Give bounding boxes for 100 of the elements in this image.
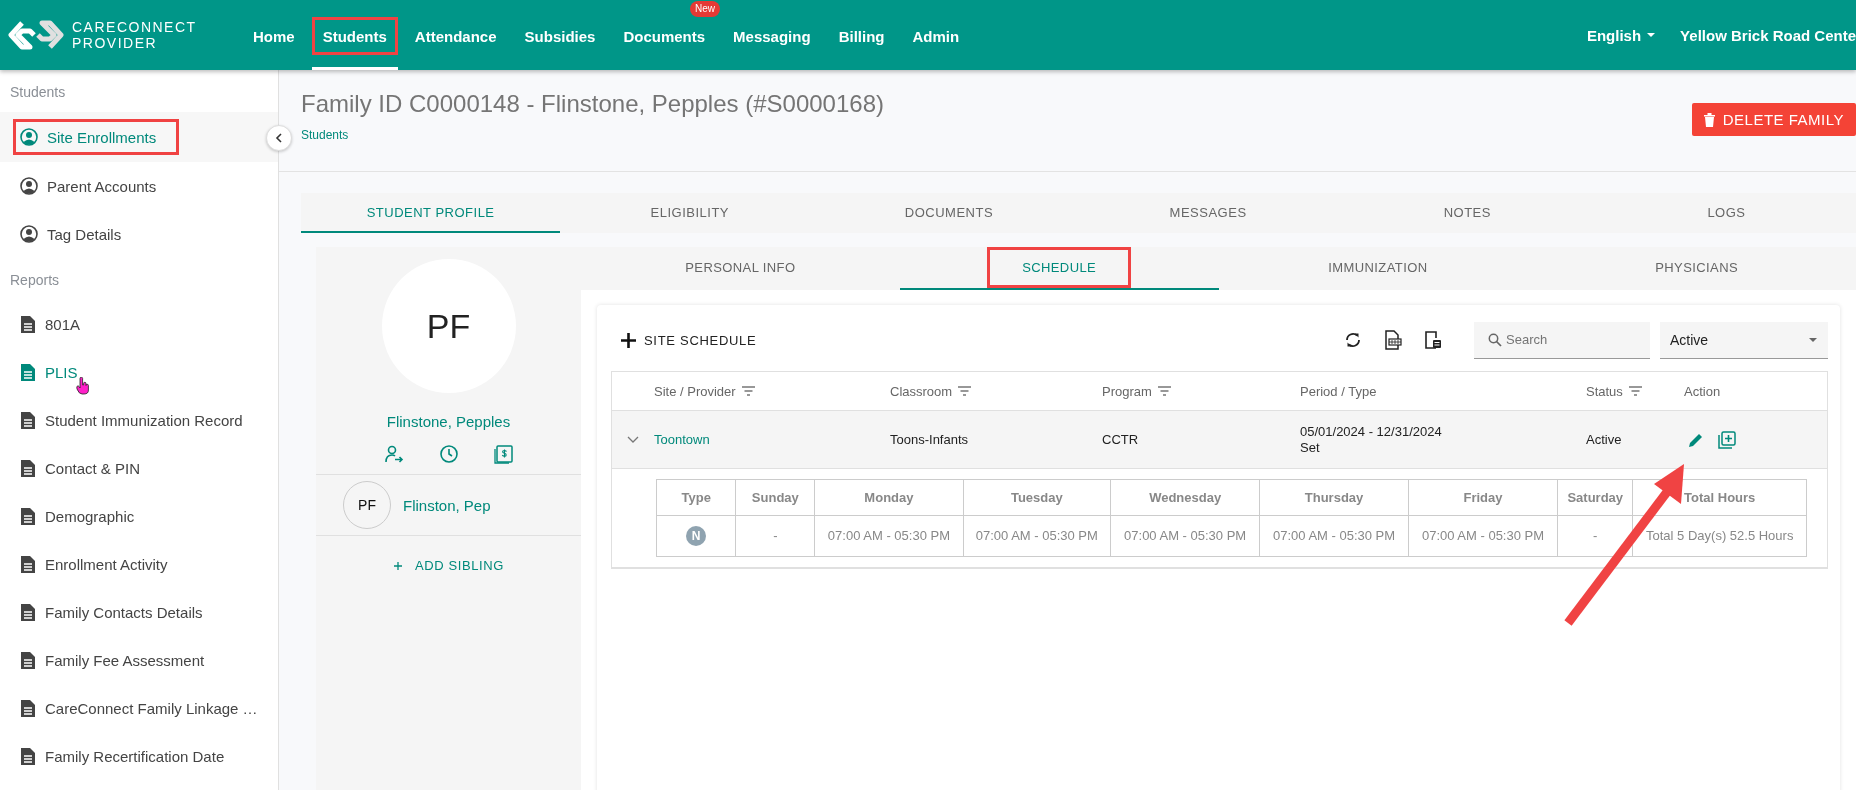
person-arrow-icon[interactable]	[383, 444, 404, 464]
table-cell: 07:00 AM - 05:30 PM	[814, 515, 964, 557]
column-header: Type	[656, 479, 736, 516]
nav-link[interactable]: Subsidies	[513, 17, 607, 70]
column-header: Site / Provider	[654, 383, 736, 399]
column-header: Tuesday	[963, 479, 1111, 516]
search-field[interactable]: Search	[1474, 321, 1650, 359]
sidebar-item[interactable]: Family Fee Assessment	[13, 641, 228, 679]
tab[interactable]: NOTES	[1337, 193, 1597, 233]
billing-icon[interactable]	[493, 444, 514, 464]
sidebar-item[interactable]: Enrollment Activity	[13, 545, 191, 583]
document-icon	[20, 458, 36, 478]
filter-icon[interactable]	[1628, 386, 1642, 396]
breadcrumb-link[interactable]: Students	[301, 128, 884, 142]
tab[interactable]: SCHEDULE	[899, 247, 1219, 290]
table-cell: 05/01/2024 - 12/31/2024	[1300, 424, 1442, 439]
table-cell: 07:00 AM - 05:30 PM	[1408, 515, 1558, 557]
spreadsheet-file-icon[interactable]	[1384, 330, 1402, 350]
sidebar-item[interactable]: PLIS	[13, 353, 101, 391]
add-copy-icon[interactable]	[1718, 430, 1736, 449]
column-header: Action	[1684, 383, 1721, 399]
section-title: Reports	[9, 271, 61, 290]
document-icon	[20, 314, 36, 334]
logo-text: PROVIDER	[72, 35, 159, 51]
sidebar-item[interactable]: Parent Accounts	[13, 168, 180, 204]
sidebar-item[interactable]: Family Contacts Details	[13, 593, 226, 631]
column-header: Classroom	[890, 383, 953, 399]
column-header: Status	[1586, 383, 1623, 399]
tab[interactable]: LOGS	[1596, 193, 1856, 233]
trash-icon	[1703, 112, 1715, 127]
search-icon	[1488, 332, 1502, 347]
table-cell: Toons-Infants	[890, 432, 969, 447]
add-site-schedule-button[interactable]: SITE SCHEDULE	[617, 328, 761, 352]
nav-link[interactable]: Home	[242, 17, 306, 70]
sidebar-item[interactable]: 801A	[13, 305, 104, 343]
sidebar-item[interactable]: Tag Details	[13, 216, 145, 252]
tab[interactable]: MESSAGES	[1078, 193, 1338, 233]
sibling-link[interactable]: Flinston, Pep	[403, 496, 491, 514]
sidebar-item[interactable]: Family Recertification Date	[13, 737, 248, 775]
plus-icon	[393, 560, 403, 571]
filter-icon[interactable]	[741, 386, 755, 396]
table-cell: CCTR	[1102, 432, 1139, 447]
delete-family-button[interactable]: DELETE FAMILY	[1691, 103, 1856, 136]
logo-text: CARECONNECT	[72, 19, 197, 35]
tab[interactable]: IMMUNIZATION	[1218, 247, 1538, 290]
table-cell: 07:00 AM - 05:30 PM	[963, 515, 1111, 557]
sibling-avatar: PF	[343, 481, 391, 529]
sidebar-item[interactable]: Demographic	[13, 497, 158, 535]
chevron-icon[interactable]	[627, 435, 639, 444]
language-menu[interactable]: English	[1586, 26, 1657, 44]
filter-icon[interactable]	[1157, 386, 1171, 396]
document-list-icon[interactable]	[1424, 330, 1442, 350]
type-badge: N	[686, 526, 707, 546]
column-header: Friday	[1408, 479, 1558, 516]
column-header: Monday	[814, 479, 964, 516]
column-header: Period / Type	[1300, 383, 1377, 399]
column-header: Thursday	[1259, 479, 1409, 516]
nav-link[interactable]: Billing	[827, 17, 896, 70]
hand-cursor-icon	[76, 376, 90, 395]
filter-icon[interactable]	[958, 386, 972, 396]
table-cell: 07:00 AM - 05:30 PM	[1259, 515, 1409, 557]
table-cell: 07:00 AM - 05:30 PM	[1110, 515, 1260, 557]
tab[interactable]: STUDENT PROFILE	[301, 193, 561, 233]
status-dropdown[interactable]: Active	[1660, 321, 1828, 359]
document-icon	[20, 650, 36, 670]
sidebar-item[interactable]: Contact & PIN	[13, 449, 164, 487]
table-cell: -	[1557, 515, 1633, 557]
sidebar-item[interactable]: CareConnect Family Linkage …	[13, 689, 281, 727]
edit-icon[interactable]	[1688, 431, 1704, 448]
document-icon	[20, 362, 36, 382]
clock-icon[interactable]	[438, 444, 459, 464]
avatar: PF	[381, 259, 516, 393]
column-header: Wednesday	[1110, 479, 1260, 516]
tab[interactable]: ELIGIBILITY	[560, 193, 820, 233]
tab[interactable]: DOCUMENTS	[819, 193, 1079, 233]
document-icon	[20, 746, 36, 766]
sidebar-item[interactable]: Site Enrollments	[13, 119, 180, 155]
page-title: Family ID C0000148 - Flinstone, Pepples (#S0000168)	[301, 90, 884, 118]
person-icon	[20, 128, 38, 146]
column-header: Saturday	[1557, 479, 1633, 516]
center-name[interactable]: Yellow Brick Road Cente	[1680, 26, 1856, 44]
document-icon	[20, 410, 36, 430]
table-cell: Active	[1586, 432, 1622, 447]
table-cell: Total 5 Day(s) 52.5 Hours	[1632, 515, 1807, 557]
person-icon	[20, 225, 38, 243]
nav-link[interactable]: Messaging	[722, 17, 822, 70]
tab[interactable]: PHYSICIANS	[1537, 247, 1856, 290]
site-link[interactable]: Toontown	[654, 432, 710, 447]
tab[interactable]: PERSONAL INFO	[581, 247, 900, 290]
plus-icon	[621, 332, 636, 348]
nav-link[interactable]: Documents	[612, 17, 717, 70]
document-icon	[20, 602, 36, 622]
refresh-icon[interactable]	[1344, 331, 1362, 349]
caret-icon	[1808, 336, 1818, 343]
sidebar-item[interactable]: Student Immunization Record	[13, 401, 266, 439]
document-icon	[20, 554, 36, 574]
add-sibling-button[interactable]: ADD SIBLING	[387, 554, 510, 577]
nav-link[interactable]: Attendance	[403, 17, 508, 70]
caret-icon	[1646, 32, 1657, 38]
nav-link[interactable]: Admin	[901, 17, 971, 70]
